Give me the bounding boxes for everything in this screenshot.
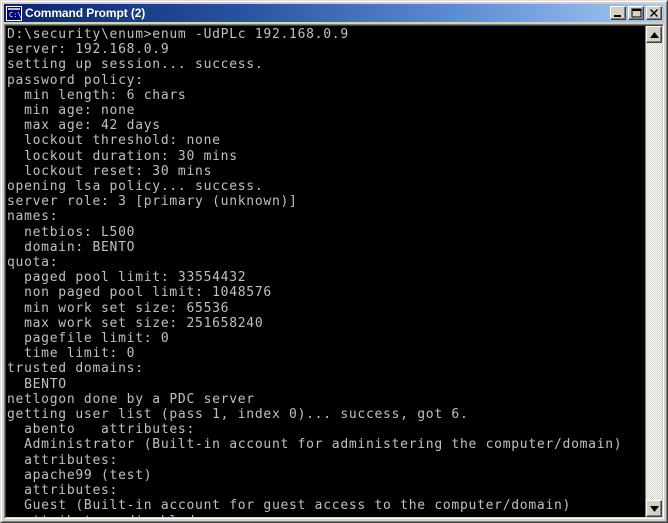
- scrollbar-track[interactable]: [646, 43, 662, 500]
- minimize-button[interactable]: [610, 6, 626, 20]
- console-output: D:\security\enum>enum -UdPLc 192.168.0.9…: [7, 27, 623, 517]
- window-inner-frame: C:\ Command Prompt (2) D:\security\enum>…: [1, 1, 667, 522]
- console-inner-border: D:\security\enum>enum -UdPLc 192.168.0.9…: [5, 25, 663, 518]
- vertical-scrollbar[interactable]: [645, 26, 662, 517]
- console-icon: C:\: [6, 5, 22, 21]
- command-prompt-window: C:\ Command Prompt (2) D:\security\enum>…: [0, 0, 668, 523]
- scroll-down-icon[interactable]: [646, 500, 662, 517]
- window-control-buttons: [610, 6, 662, 20]
- console-screen[interactable]: D:\security\enum>enum -UdPLc 192.168.0.9…: [6, 26, 645, 517]
- console-outer-border: D:\security\enum>enum -UdPLc 192.168.0.9…: [4, 24, 664, 519]
- maximize-button[interactable]: [628, 6, 644, 20]
- close-button[interactable]: [646, 6, 662, 20]
- svg-text:C:\: C:\: [9, 11, 22, 19]
- title-bar[interactable]: C:\ Command Prompt (2): [4, 4, 664, 22]
- window-title: Command Prompt (2): [25, 6, 146, 20]
- scroll-up-icon[interactable]: [646, 26, 662, 43]
